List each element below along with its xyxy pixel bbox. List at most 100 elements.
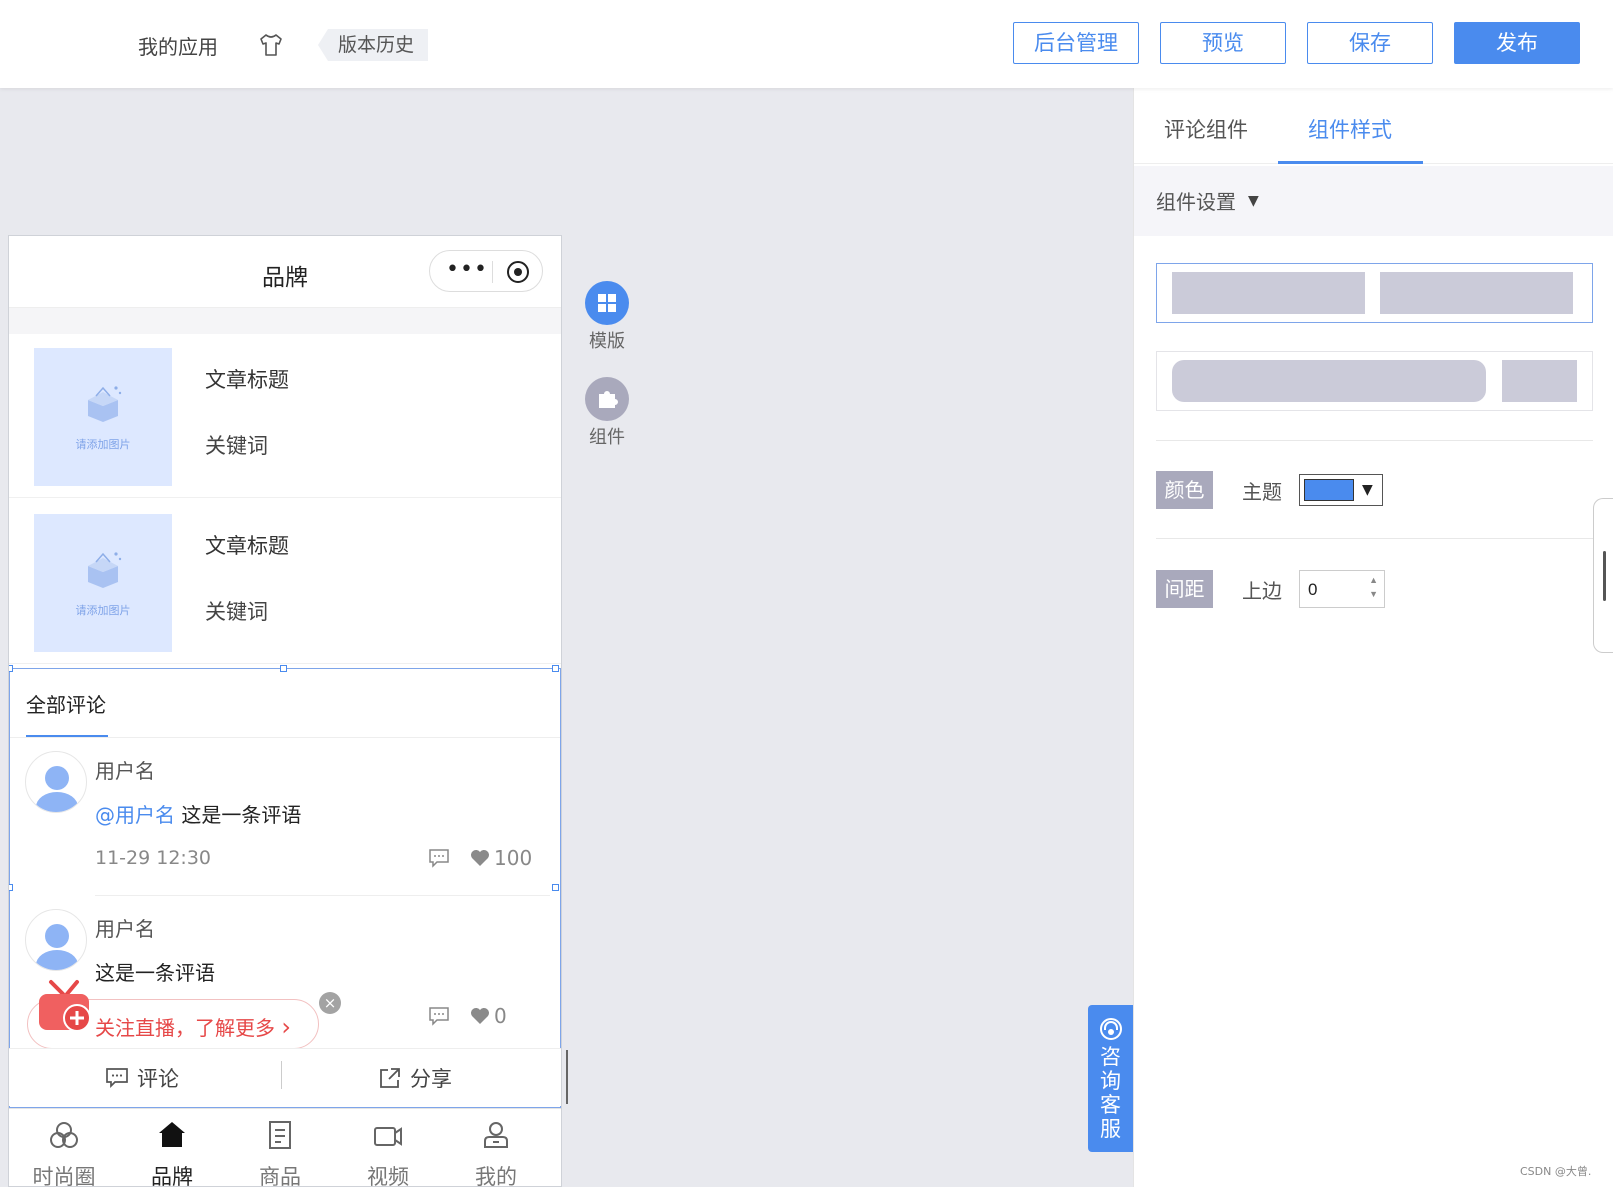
comments-title[interactable]: 全部评论 [26, 689, 106, 718]
resize-handle[interactable] [9, 884, 13, 891]
image-caption: 请添加图片 [75, 438, 131, 451]
article-keyword: 关键词 [205, 434, 268, 458]
properties-panel: 评论组件 组件样式 组件设置 ▼ 颜色 主题 ▼ 间距 上边 0 ▲ ▼ [1133, 88, 1613, 1187]
admin-button[interactable]: 后台管理 [1013, 22, 1139, 64]
app-title[interactable]: 我的应用 [138, 31, 218, 60]
close-target-icon[interactable] [507, 261, 529, 283]
panel-divider [1156, 538, 1593, 539]
live-follow-banner[interactable]: 关注直播，了解更多 › [27, 980, 319, 1049]
miniprogram-capsule: ••• [429, 250, 543, 292]
comment-username[interactable]: 用户名 [95, 913, 155, 942]
shirt-icon[interactable] [258, 32, 284, 58]
style-placeholder-bar [1502, 360, 1577, 402]
comment-item: 用户名 @用户名 这是一条评语 11-29 12:30 100 [10, 739, 560, 897]
style-option-split[interactable] [1156, 263, 1593, 323]
comments-tab-underline [26, 735, 108, 737]
reply-icon[interactable] [428, 848, 450, 868]
like-button[interactable]: 0 [470, 1004, 507, 1028]
share-action-button[interactable]: 分享 [378, 1063, 452, 1093]
article-title: 文章标题 [205, 368, 289, 392]
comment-divider [95, 895, 550, 896]
like-count: 100 [494, 846, 533, 870]
top-bar: 我的应用 版本历史 后台管理 预览 保存 发布 [0, 0, 1613, 88]
comment-text: 这是一条评语 [95, 957, 215, 986]
live-banner-text: 关注直播，了解更多 › [95, 1013, 291, 1041]
avatar[interactable] [25, 909, 87, 971]
article-item[interactable]: 请添加图片 文章标题 关键词 [9, 500, 561, 664]
article-image-placeholder[interactable]: 请添加图片 [34, 348, 172, 486]
component-settings-title: 组件设置 [1156, 190, 1236, 214]
tab-video[interactable]: 视频 [333, 1109, 443, 1186]
comment-time: 11-29 12:30 [95, 847, 212, 869]
tv-live-icon [39, 980, 91, 1032]
heart-icon [471, 850, 489, 866]
circles-icon [50, 1122, 78, 1148]
phone-preview: 品牌 ••• 请添加图片 文章标题 关键词 请添加图片 文章标题 关键词 全部评… [8, 235, 562, 1187]
panel-scroll-handle[interactable] [1593, 498, 1613, 653]
color-tag: 颜色 [1156, 471, 1213, 509]
comment-body: 这是一条评语 [95, 961, 215, 985]
component-settings-header[interactable]: 组件设置 ▼ [1134, 166, 1613, 236]
comment-action-button[interactable]: 评论 [105, 1063, 179, 1093]
dropdown-arrow-icon: ▼ [1362, 482, 1373, 498]
template-tool[interactable]: 模版 [584, 281, 630, 353]
article-item[interactable]: 请添加图片 文章标题 关键词 [9, 334, 561, 498]
publish-button[interactable]: 发布 [1454, 22, 1580, 64]
more-dots-icon[interactable]: ••• [446, 257, 488, 282]
resize-handle[interactable] [552, 665, 559, 672]
tab-component-style[interactable]: 组件样式 [1308, 114, 1392, 144]
headset-icon [1099, 1018, 1122, 1040]
color-swatch [1304, 479, 1354, 501]
preview-button[interactable]: 预览 [1160, 22, 1286, 64]
share-icon [380, 1068, 400, 1088]
comment-username[interactable]: 用户名 [95, 755, 155, 784]
comment-body: 这是一条评语 [175, 803, 302, 827]
save-button[interactable]: 保存 [1307, 22, 1433, 64]
like-button[interactable]: 100 [470, 846, 532, 870]
comment-action-bar: 评论 分享 [9, 1048, 561, 1106]
comment-icon [106, 1068, 128, 1089]
article-image-placeholder[interactable]: 请添加图片 [34, 514, 172, 652]
avatar[interactable] [25, 751, 87, 813]
video-icon [374, 1127, 402, 1146]
color-property: 颜色 主题 ▼ [1156, 470, 1383, 510]
canvas-resize-bar[interactable] [566, 1050, 568, 1104]
puzzle-icon [585, 377, 629, 421]
article-keyword: 关键词 [205, 600, 268, 624]
version-history-button[interactable]: 版本历史 [318, 29, 429, 61]
resize-handle[interactable] [280, 665, 287, 672]
resize-handle[interactable] [552, 884, 559, 891]
theme-color-picker[interactable]: ▼ [1299, 474, 1383, 506]
action-divider [281, 1061, 282, 1089]
template-label: 模版 [589, 331, 625, 352]
reply-icon[interactable] [428, 1006, 450, 1026]
top-margin-value: 0 [1308, 580, 1318, 599]
active-tab-underline [1278, 161, 1423, 164]
phone-header: 品牌 ••• [9, 236, 561, 308]
style-placeholder-bar [1172, 272, 1365, 314]
like-count: 0 [494, 1004, 507, 1028]
tab-brand[interactable]: 品牌 [117, 1109, 227, 1186]
style-placeholder-bar [1172, 360, 1486, 402]
tab-comment-component[interactable]: 评论组件 [1164, 114, 1248, 144]
top-margin-input[interactable]: 0 ▲ ▼ [1299, 570, 1385, 608]
customer-service-button[interactable]: 咨询客服 [1088, 1005, 1133, 1152]
tab-fashion-circle[interactable]: 时尚圈 [9, 1109, 119, 1186]
style-option-input[interactable] [1156, 351, 1593, 411]
customer-service-label: 咨询客服 [1100, 1045, 1121, 1141]
tab-mine[interactable]: 我的 [441, 1109, 551, 1186]
home-icon [159, 1122, 185, 1147]
comments-header-divider [10, 737, 560, 738]
document-icon [269, 1121, 291, 1149]
number-spinner-icon[interactable]: ▲ ▼ [1369, 573, 1378, 601]
component-tool[interactable]: 组件 [584, 377, 630, 449]
comment-text: @用户名 这是一条评语 [95, 799, 301, 828]
resize-handle[interactable] [9, 665, 13, 672]
user-icon [484, 1122, 508, 1148]
box-image-icon [88, 386, 122, 422]
tab-products[interactable]: 商品 [225, 1109, 335, 1186]
close-icon[interactable]: × [319, 992, 341, 1014]
mention-link[interactable]: @用户名 [95, 803, 175, 827]
article-title: 文章标题 [205, 534, 289, 558]
spacing-tag: 间距 [1156, 570, 1213, 608]
